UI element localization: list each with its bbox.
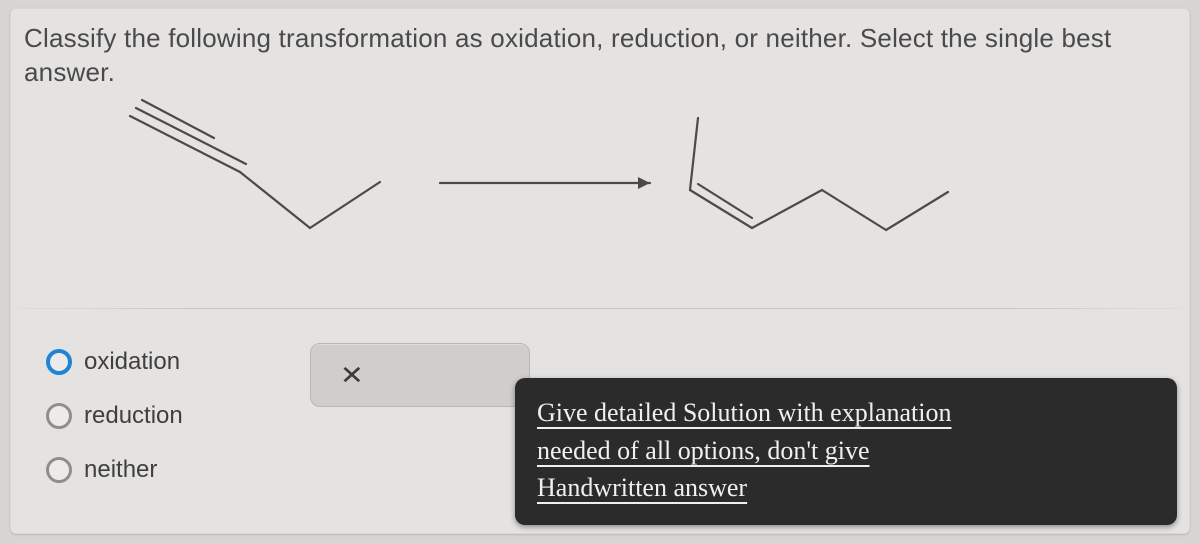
option-label: reduction xyxy=(84,402,183,430)
option-label: neither xyxy=(84,456,157,484)
dismiss-box[interactable]: ✕ xyxy=(310,343,530,407)
note-line-3: Handwritten answer xyxy=(537,473,747,502)
radio-icon xyxy=(46,457,72,483)
note-line-2: needed of all options, don't give xyxy=(537,436,870,465)
option-neither[interactable]: neither xyxy=(46,456,183,484)
answer-options: oxidation reduction neither xyxy=(46,348,183,484)
radio-icon xyxy=(46,349,72,375)
question-card: Classify the following transformation as… xyxy=(10,8,1190,534)
option-reduction[interactable]: reduction xyxy=(46,402,183,430)
instruction-note: Give detailed Solution with explanation … xyxy=(515,378,1177,525)
close-icon: ✕ xyxy=(340,360,364,391)
option-oxidation[interactable]: oxidation xyxy=(46,348,183,376)
note-line-1: Give detailed Solution with explanation xyxy=(537,398,951,427)
divider xyxy=(10,308,1190,309)
radio-icon xyxy=(46,403,72,429)
reaction-diagram xyxy=(10,78,1190,278)
option-label: oxidation xyxy=(84,348,180,376)
